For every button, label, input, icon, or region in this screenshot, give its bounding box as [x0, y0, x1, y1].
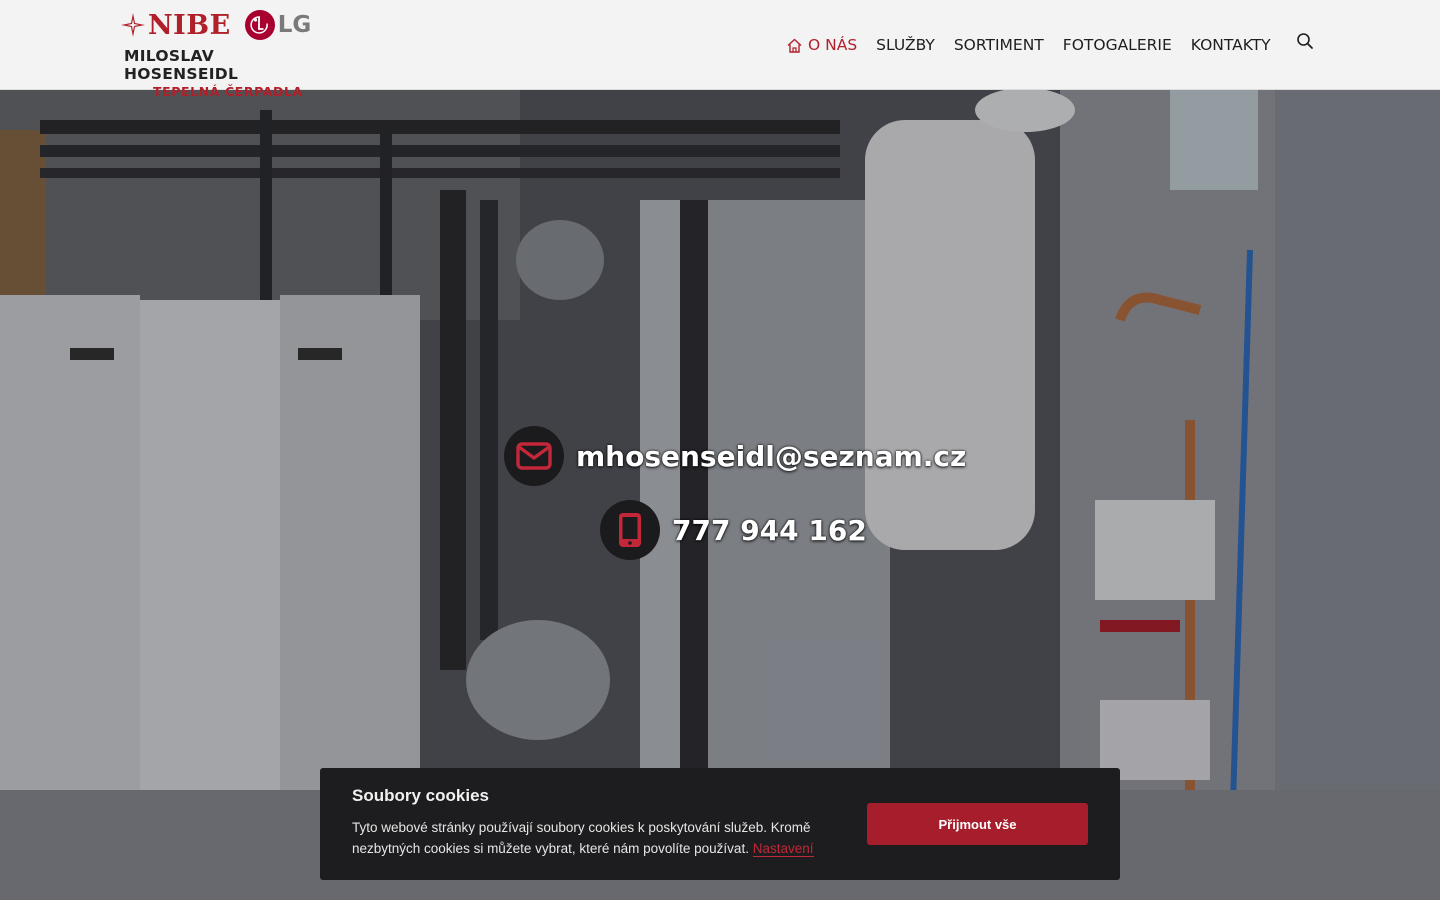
nav-label: O NÁS — [808, 36, 858, 54]
phone-contact[interactable]: 777 944 162 — [600, 500, 867, 560]
site-header: NIBE LG MILOSLAV HOSENSEIDL TEPELNÁ ČERP… — [0, 0, 1440, 99]
cookie-title: Soubory cookies — [352, 786, 489, 805]
envelope-icon[interactable] — [504, 426, 564, 486]
nav-item-kontakty[interactable]: KONTAKTY — [1191, 36, 1271, 54]
phone-number[interactable]: 777 944 162 — [672, 514, 867, 547]
company-tagline: TEPELNÁ ČERPADLA — [153, 84, 303, 99]
search-icon[interactable] — [1296, 32, 1314, 50]
company-name: MILOSLAV HOSENSEIDL — [124, 47, 239, 83]
nav-item-o-nas[interactable]: O NÁS — [786, 36, 857, 54]
email-contact[interactable]: mhosenseidl@seznam.cz — [504, 426, 966, 486]
main-nav: O NÁS SLUŽBY SORTIMENT FOTOGALERIE KONTA… — [786, 32, 1290, 58]
nav-item-fotogalerie[interactable]: FOTOGALERIE — [1063, 36, 1172, 54]
site-logo[interactable]: NIBE LG MILOSLAV HOSENSEIDL TEPELNÁ ČERP… — [120, 8, 330, 99]
cookie-settings-link[interactable]: Nastavení — [752, 841, 814, 857]
accept-all-cookies-button[interactable]: Přijmout vše — [867, 803, 1088, 845]
mobile-phone-icon[interactable] — [600, 500, 660, 560]
nav-item-sortiment[interactable]: SORTIMENT — [954, 36, 1044, 54]
home-icon — [786, 37, 803, 54]
logo-brands: NIBE LG — [120, 8, 330, 42]
cookie-description: Tyto webové stránky používají soubory co… — [352, 817, 842, 859]
cookie-banner: Soubory cookies Tyto webové stránky použ… — [320, 768, 1120, 880]
nav-item-sluzby[interactable]: SLUŽBY — [876, 36, 935, 54]
nibe-wordmark: NIBE — [148, 9, 231, 41]
lg-face-icon — [244, 10, 275, 40]
email-address[interactable]: mhosenseidl@seznam.cz — [576, 440, 966, 473]
cookie-text: Tyto webové stránky používají soubory co… — [352, 820, 811, 856]
lg-logo: LG — [244, 10, 312, 40]
nibe-star-icon — [120, 12, 146, 38]
lg-wordmark: LG — [277, 12, 312, 38]
